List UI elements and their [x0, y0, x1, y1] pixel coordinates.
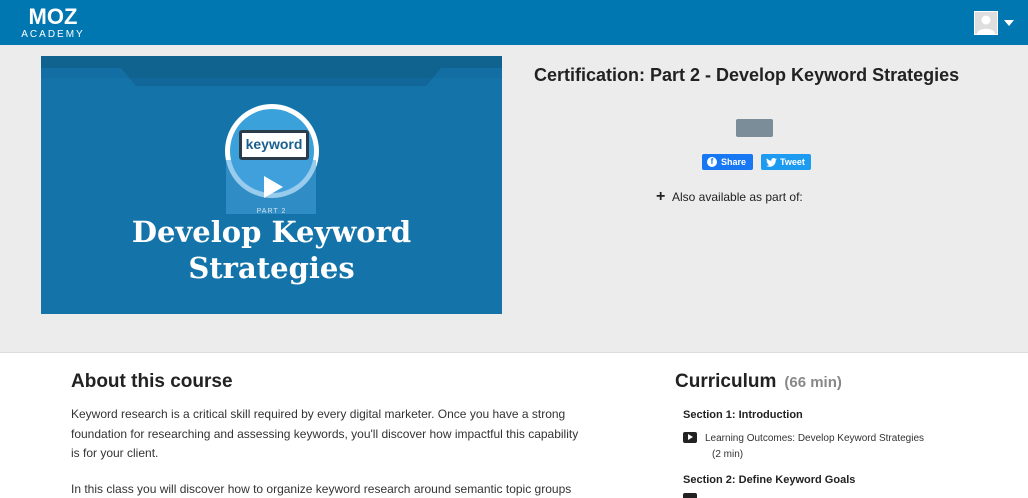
lesson-duration: (2 min) [712, 449, 744, 460]
also-available-label: Also available as part of: [672, 190, 803, 204]
course-hero: keyword PART 2 Develop Keyword Strategie… [0, 45, 1028, 353]
avatar-icon [974, 11, 998, 35]
section-2-label: Section 2: Define Keyword Goals [683, 474, 856, 486]
also-available-toggle[interactable]: + Also available as part of: [656, 189, 803, 205]
video-title: Develop Keyword Strategies [41, 214, 502, 286]
course-video-thumbnail[interactable]: keyword PART 2 Develop Keyword Strategie… [41, 56, 502, 314]
section-1-label: Section 1: Introduction [683, 409, 803, 421]
curriculum-duration: (66 min) [784, 374, 842, 391]
course-title: Certification: Part 2 - Develop Keyword … [534, 65, 960, 85]
video-icon [683, 493, 697, 498]
twitter-bird-icon [766, 157, 777, 167]
chevron-down-icon [1004, 20, 1014, 26]
twitter-tweet-button[interactable]: Tweet [761, 154, 811, 170]
top-navbar: MOZ ACADEMY [0, 0, 1028, 45]
play-icon [264, 176, 283, 198]
user-menu[interactable] [974, 11, 1014, 35]
plus-icon: + [656, 188, 666, 205]
facebook-share-button[interactable]: f Share [702, 154, 754, 170]
facebook-icon: f [707, 157, 717, 167]
moz-academy-logo[interactable]: MOZ ACADEMY [18, 6, 88, 42]
facebook-share-label: Share [721, 157, 747, 167]
about-paragraph-2: In this class you will discover how to o… [71, 482, 572, 496]
logo-main-text: MOZ [28, 4, 78, 29]
logo-sub-text: ACADEMY [21, 29, 85, 40]
curriculum-title: Curriculum (66 min) [675, 370, 842, 395]
curriculum-title-text: Curriculum [675, 371, 777, 392]
about-title: About this course [71, 371, 233, 392]
keyword-badge: keyword [239, 130, 309, 160]
twitter-tweet-label: Tweet [780, 157, 805, 167]
share-buttons: f Share Tweet [702, 154, 811, 170]
about-paragraph-1: Keyword research is a critical skill req… [71, 407, 579, 460]
video-title-line1: Develop Keyword [131, 215, 412, 249]
play-button[interactable] [226, 160, 316, 214]
video-title-line2: Strategies [188, 251, 355, 285]
enroll-placeholder-button[interactable] [736, 119, 773, 137]
lesson-text: Learning Outcomes: Develop Keyword Strat… [705, 431, 924, 463]
video-icon [683, 432, 697, 443]
lesson-item[interactable]: Learning Outcomes: Develop Keyword Strat… [683, 431, 953, 463]
lesson-title: Learning Outcomes: Develop Keyword Strat… [705, 433, 925, 444]
